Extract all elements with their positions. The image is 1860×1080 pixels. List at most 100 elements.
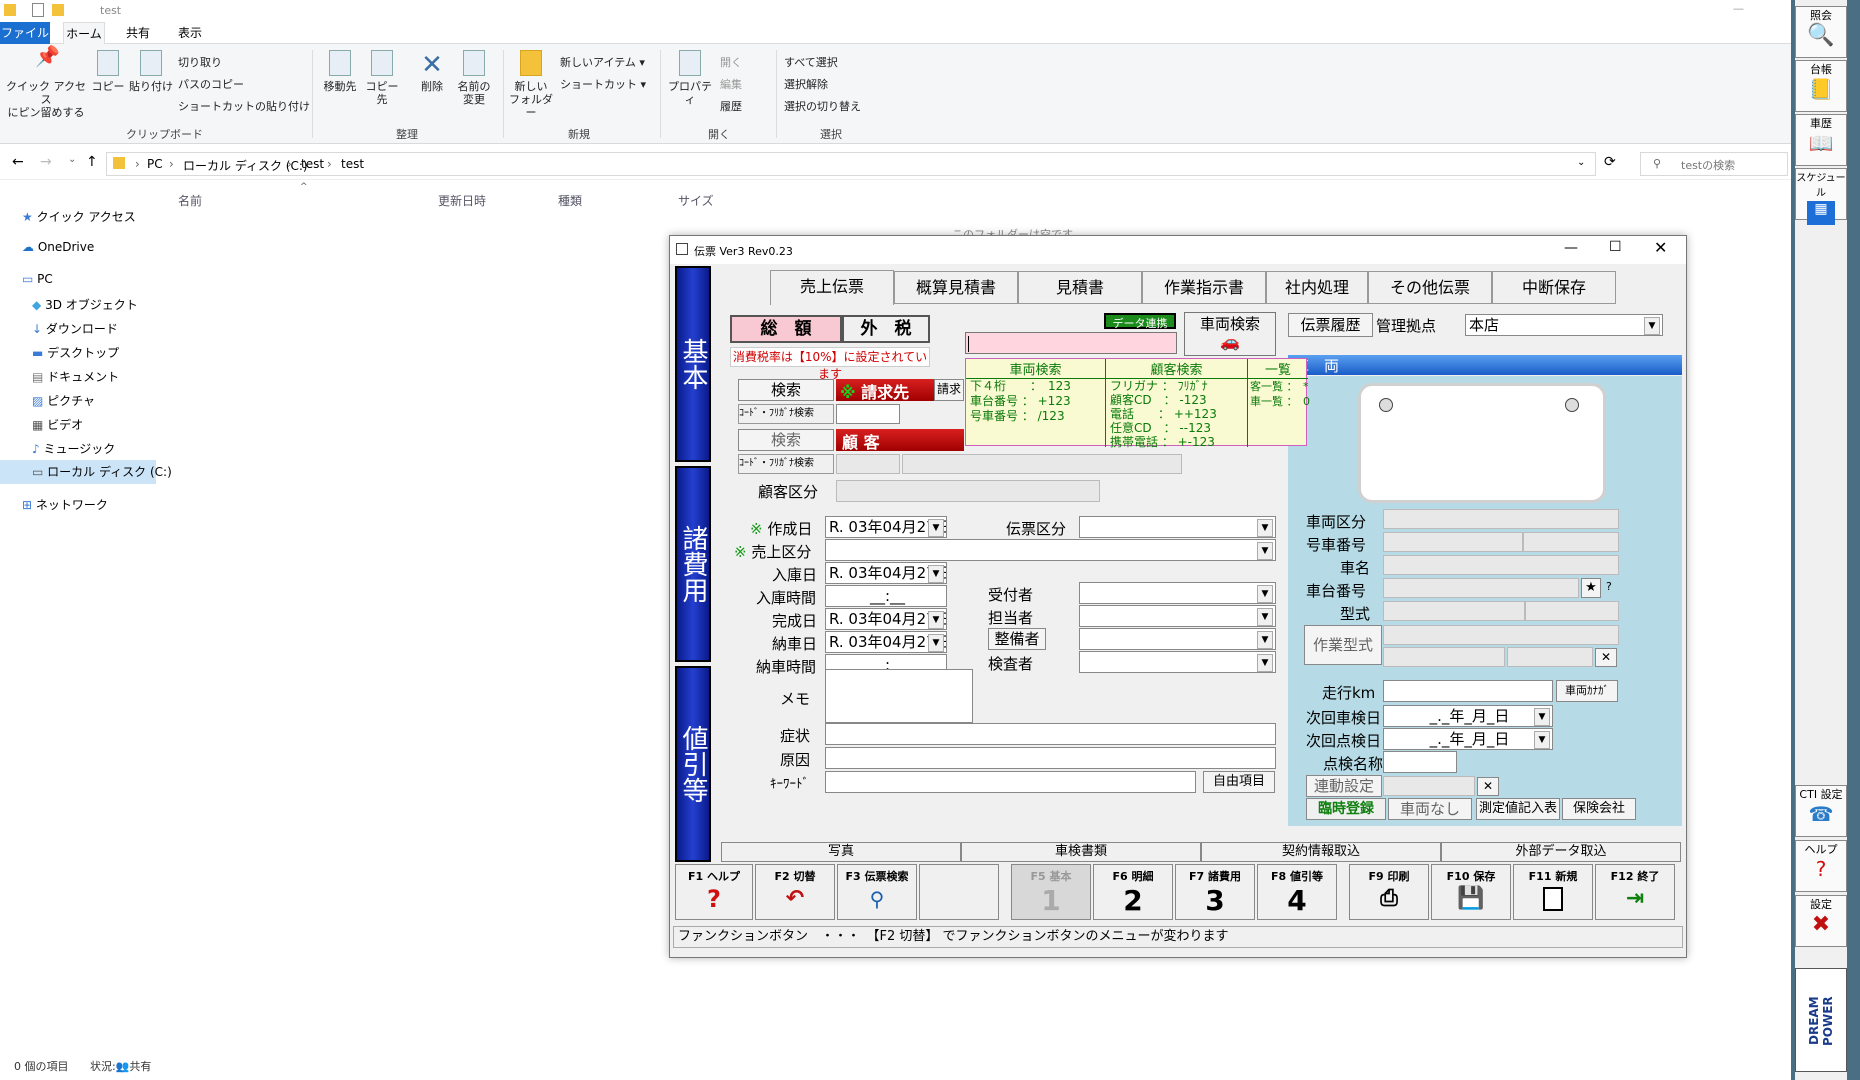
free-item-button[interactable]: 自由項目 <box>1203 771 1275 793</box>
check-name-field[interactable] <box>1383 751 1457 773</box>
nav-local-disk[interactable]: ▭ ローカル ディスク (C:) <box>0 460 172 484</box>
delete-button[interactable]: ✕ 削除 <box>412 50 452 93</box>
rename-button[interactable]: 名前の 変更 <box>452 50 496 106</box>
vtab-expenses[interactable]: 諸費用 <box>675 466 711 662</box>
nav-pictures[interactable]: ▨ ピクチャ <box>32 392 95 409</box>
f10-save-button[interactable]: F10 保存 💾 <box>1431 864 1511 920</box>
vtab-basic[interactable]: 基本 <box>675 266 711 462</box>
vehicle-name-field[interactable] <box>1383 555 1619 575</box>
f6-detail-button[interactable]: F6 明細 2 <box>1093 864 1173 920</box>
sidebar-item-vehicle-history[interactable]: 車歴 📖 <box>1795 114 1847 166</box>
nav-network[interactable]: ⊞ ネットワーク <box>22 496 108 513</box>
search-input[interactable]: ⚲ testの検索 <box>1640 152 1788 176</box>
insurance-company-button[interactable]: 保険会社 <box>1562 798 1636 820</box>
inspector-select[interactable] <box>1079 651 1276 673</box>
done-date-select[interactable]: R. 03年04月27日 <box>825 608 947 630</box>
f4-blank-button[interactable] <box>919 864 999 920</box>
open-button[interactable]: 開く <box>720 54 742 70</box>
nav-3d-objects[interactable]: ◆ 3D オブジェクト <box>32 296 138 313</box>
nav-quick-access[interactable]: ★ クイック アクセス <box>22 208 136 225</box>
keyword-field[interactable] <box>825 771 1196 793</box>
sidebar-item-help[interactable]: ヘルプ? <box>1795 840 1847 892</box>
mechanic-button[interactable]: 整備者 <box>988 628 1046 650</box>
paste-shortcut-button[interactable]: ショートカットの貼り付け <box>178 98 310 114</box>
back-icon[interactable]: ← <box>12 154 24 170</box>
tab-internal[interactable]: 社内処理 <box>1266 271 1368 304</box>
breadcrumb-test2[interactable]: test <box>341 157 364 171</box>
cause-field[interactable] <box>825 747 1276 769</box>
vehicle-number-field-2[interactable] <box>1523 532 1619 552</box>
entry-date-select[interactable]: R. 03年04月27日 <box>825 562 947 584</box>
delivery-date-select[interactable]: R. 03年04月27日 <box>825 631 947 653</box>
close-icon[interactable]: ✕ <box>1654 238 1667 257</box>
slip-type-select[interactable] <box>1079 516 1276 538</box>
billing-code-field[interactable] <box>836 404 900 424</box>
tab-file[interactable]: ファイル <box>0 22 50 44</box>
new-folder-icon[interactable] <box>52 4 64 16</box>
copy-to-button[interactable]: コピー先 <box>362 50 402 106</box>
sales-type-select[interactable] <box>825 539 1276 561</box>
entry-time-field[interactable]: __:__ <box>825 585 947 607</box>
minimize-icon[interactable]: — <box>1564 240 1578 256</box>
tab-rough-estimate[interactable]: 概算見積書 <box>894 271 1018 304</box>
chassis-field[interactable] <box>1383 578 1579 598</box>
tab-sales-slip[interactable]: 売上伝票 <box>770 270 894 305</box>
column-type[interactable]: 種類 <box>558 192 582 209</box>
select-none-button[interactable]: 選択解除 <box>784 76 828 92</box>
sidebar-item-cti[interactable]: CTI 設定 ☎ <box>1795 785 1847 837</box>
f12-exit-button[interactable]: F12 終了 ⇥ <box>1595 864 1675 920</box>
maximize-icon[interactable]: ☐ <box>1609 239 1622 255</box>
memo-field[interactable] <box>825 669 973 723</box>
vehicle-search-button[interactable]: 車両検索 🚗 <box>1184 312 1276 356</box>
f3-slip-search-button[interactable]: F3 伝票検索 ⚲ <box>837 864 917 920</box>
linked-setting-field[interactable] <box>1383 776 1475 796</box>
mechanic-select[interactable] <box>1079 628 1276 650</box>
vehicle-number-field[interactable] <box>1383 532 1523 552</box>
breadcrumb-test1[interactable]: test <box>301 157 324 171</box>
vtab-discount[interactable]: 値引等 <box>675 666 711 862</box>
work-model-button[interactable]: 作業型式 <box>1304 625 1382 665</box>
properties-button[interactable]: プロパティ <box>666 50 714 106</box>
next-inspection-select[interactable]: _._年_月_日 <box>1383 705 1553 727</box>
clear-icon[interactable]: ✕ <box>1477 777 1499 796</box>
tab-suspend-save[interactable]: 中断保存 <box>1492 271 1616 304</box>
sidebar-item-ledger[interactable]: 台帳 📒 <box>1795 60 1847 112</box>
total-amount-field[interactable] <box>965 332 1177 354</box>
nav-documents[interactable]: ▤ ドキュメント <box>32 368 119 385</box>
vehicle-kana-button[interactable]: 車両ｶﾅｶﾞ <box>1556 680 1618 702</box>
receiver-select[interactable] <box>1079 582 1276 604</box>
vehicle-type-field[interactable] <box>1383 509 1619 529</box>
up-icon[interactable]: ↑ <box>86 154 98 170</box>
customer-name-field[interactable] <box>902 454 1182 474</box>
properties-icon[interactable] <box>32 3 44 17</box>
linked-setting-button[interactable]: 連動設定 <box>1306 775 1382 797</box>
move-to-button[interactable]: 移動先 <box>320 50 360 93</box>
column-size[interactable]: サイズ <box>678 192 714 209</box>
tab-external-import[interactable]: 外部データ取込 <box>1441 842 1681 862</box>
column-name[interactable]: 名前 <box>178 192 202 209</box>
history-button[interactable]: 履歴 <box>720 98 742 114</box>
clear-icon[interactable]: ✕ <box>1595 648 1617 667</box>
nav-pc[interactable]: ▭ PC <box>22 272 53 286</box>
customer-code-field[interactable] <box>836 454 900 474</box>
tab-photo[interactable]: 写真 <box>721 842 961 862</box>
f11-new-button[interactable]: F11 新規 <box>1513 864 1593 920</box>
chevron-down-icon[interactable]: ⌄ <box>68 154 76 165</box>
billing-button[interactable]: 請求 <box>934 379 964 401</box>
tab-work-order[interactable]: 作業指示書 <box>1142 271 1266 304</box>
person-select[interactable] <box>1079 605 1276 627</box>
sidebar-item-schedule[interactable]: スケジュール ▦ <box>1795 168 1847 225</box>
copy-button[interactable]: コピー <box>90 50 126 93</box>
work-model-field-2[interactable] <box>1383 647 1505 667</box>
tab-view[interactable]: 表示 <box>170 22 210 44</box>
tab-other-slip[interactable]: その他伝票 <box>1368 271 1492 304</box>
new-item-button[interactable]: 新しいアイテム ▾ <box>560 54 645 70</box>
f1-help-button[interactable]: F1 ヘルプ? <box>675 864 753 920</box>
no-vehicle-button[interactable]: 車両なし <box>1388 798 1472 820</box>
column-modified[interactable]: 更新日時 <box>438 192 486 209</box>
nav-desktop[interactable]: ▬ デスクトップ <box>32 344 119 361</box>
nav-music[interactable]: ♪ ミュージック <box>32 440 115 457</box>
edit-button[interactable]: 編集 <box>720 76 742 92</box>
tab-share[interactable]: 共有 <box>118 22 158 44</box>
tab-estimate[interactable]: 見積書 <box>1018 271 1142 304</box>
